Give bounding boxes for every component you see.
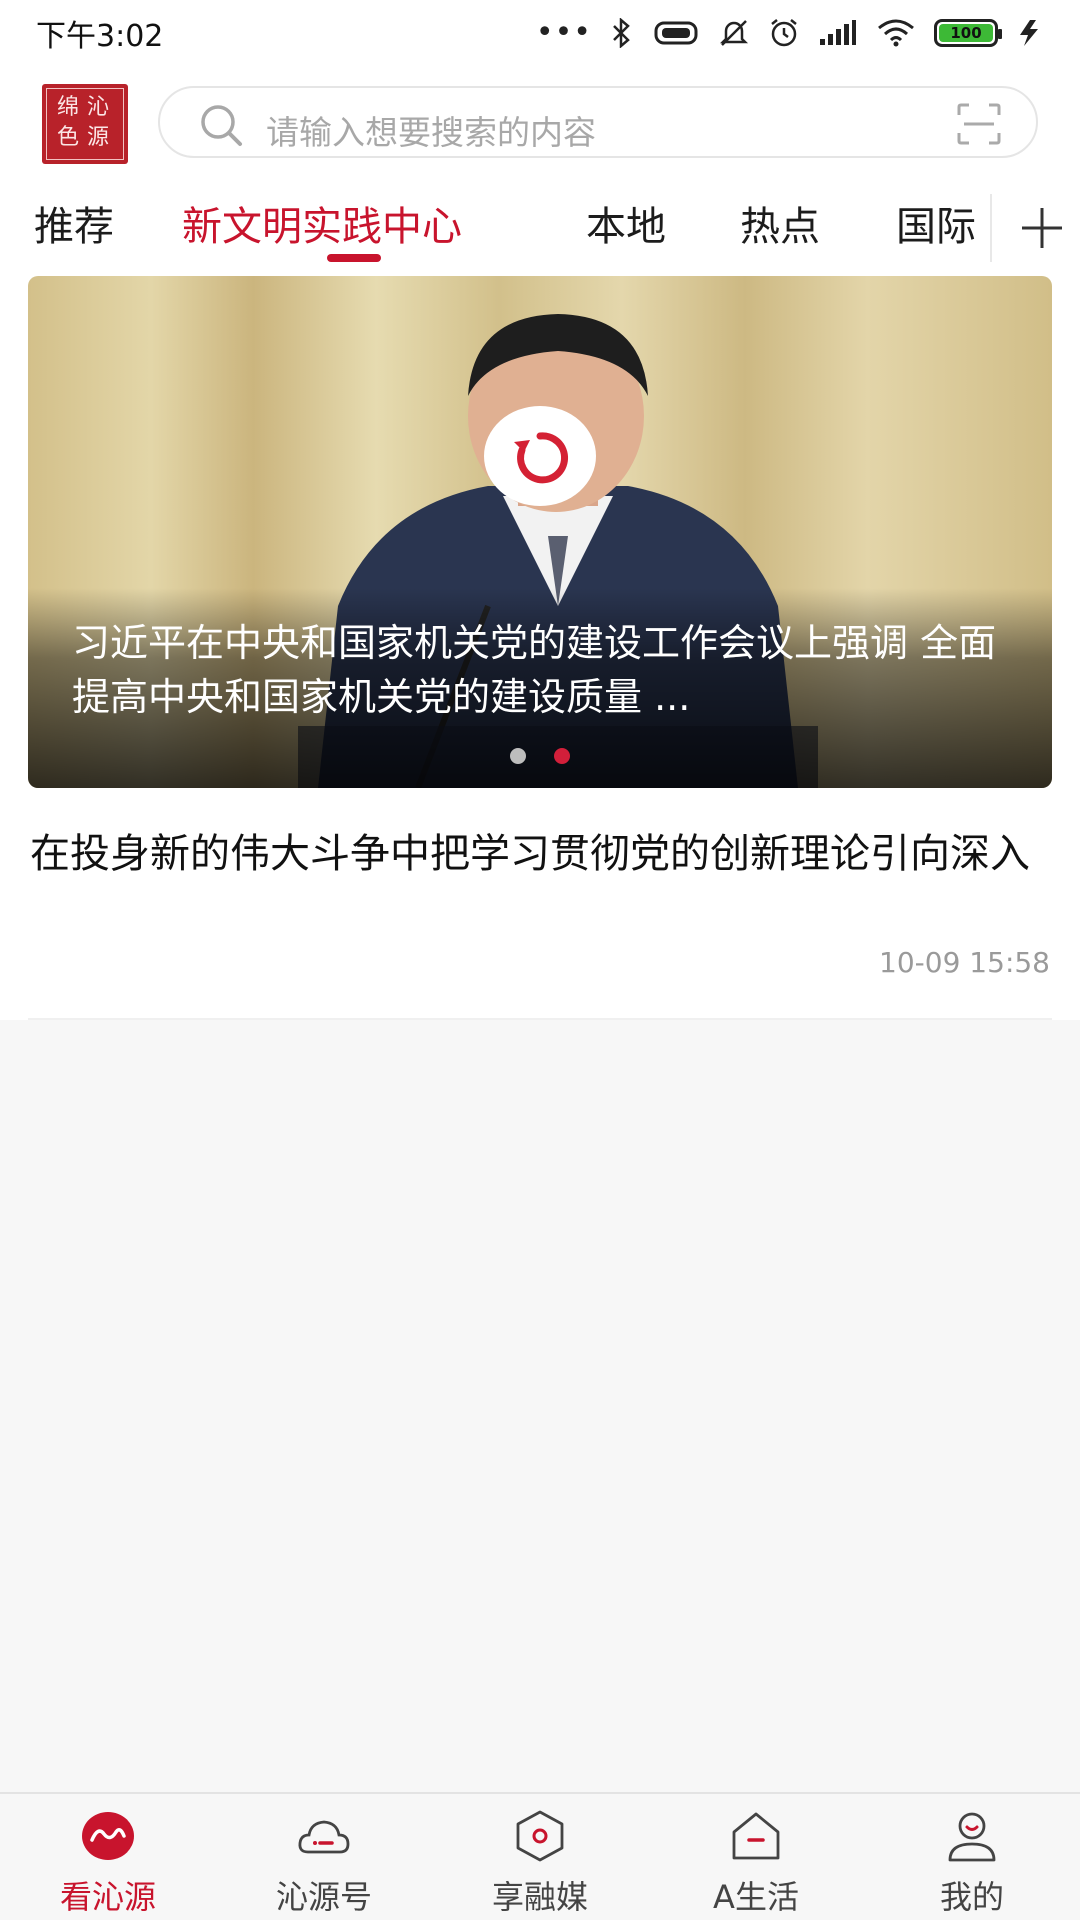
bluetooth-icon xyxy=(610,18,634,48)
battery-level: 100 xyxy=(939,24,993,42)
logo-char: 绵 xyxy=(57,95,80,120)
nav-item-qinyuan-hao[interactable]: 沁源号 xyxy=(216,1794,432,1920)
scan-icon[interactable] xyxy=(956,102,1002,146)
article-time: 10-09 15:58 xyxy=(879,946,1050,979)
list-divider xyxy=(28,1018,1052,1020)
header: 沁 源 绵 色 请输入想要搜索的内容 xyxy=(0,66,1080,178)
nav-item-media[interactable]: 享融媒 xyxy=(432,1794,648,1920)
tab-hot[interactable]: 热点 xyxy=(740,194,820,252)
battery-icon: 100 xyxy=(934,19,1002,47)
loading-spinner xyxy=(484,406,596,506)
bottom-navigation: 看沁源 沁源号 享融媒 A生活 我的 xyxy=(0,1792,1080,1920)
logo-char: 源 xyxy=(87,125,110,150)
mute-icon xyxy=(718,17,750,49)
add-channel-button[interactable] xyxy=(1014,200,1070,256)
house-icon xyxy=(728,1808,784,1864)
channel-tabs: 推荐 新文明实践中心 本地 热点 国际 xyxy=(0,178,1080,276)
nav-label: 看沁源 xyxy=(59,1878,156,1916)
search-input[interactable]: 请输入想要搜索的内容 xyxy=(158,86,1038,158)
home-wave-icon xyxy=(80,1808,136,1864)
nav-label: 我的 xyxy=(939,1878,1004,1916)
article-title[interactable]: 在投身新的伟大斗争中把学习贯彻党的创新理论引向深入 xyxy=(30,826,1060,882)
status-time: 下午3:02 xyxy=(36,19,164,54)
nav-item-home[interactable]: 看沁源 xyxy=(0,1794,216,1920)
nav-item-life[interactable]: A生活 xyxy=(648,1794,864,1920)
cloud-icon xyxy=(296,1808,352,1864)
vibrate-icon xyxy=(652,18,700,48)
status-bar: 下午3:02 ••• 100 xyxy=(0,0,1080,66)
carousel-dot[interactable] xyxy=(510,748,526,764)
tab-local[interactable]: 本地 xyxy=(586,194,666,252)
nav-label: 沁源号 xyxy=(275,1878,372,1916)
more-dots-icon: ••• xyxy=(535,15,592,50)
hexagon-icon xyxy=(512,1808,568,1864)
tab-recommend[interactable]: 推荐 xyxy=(34,194,114,252)
banner-carousel[interactable]: 习近平在中央和国家机关党的建设工作会议上强调 全面提高中央和国家机关党的建设质量… xyxy=(28,276,1052,788)
nav-item-mine[interactable]: 我的 xyxy=(864,1794,1080,1920)
active-tab-indicator xyxy=(327,254,381,262)
signal-icon xyxy=(818,19,858,47)
alarm-icon xyxy=(768,17,800,49)
logo-char: 色 xyxy=(57,125,80,150)
status-icons: ••• 100 xyxy=(536,17,1044,49)
wifi-icon xyxy=(876,18,916,48)
tabs-divider xyxy=(990,194,992,262)
user-icon xyxy=(944,1808,1000,1864)
carousel-indicator xyxy=(510,748,570,764)
tab-international[interactable]: 国际 xyxy=(896,194,976,252)
app-logo[interactable]: 沁 源 绵 色 xyxy=(42,84,128,164)
nav-label: 享融媒 xyxy=(491,1878,588,1916)
charging-icon xyxy=(1016,18,1044,48)
search-icon xyxy=(198,102,244,148)
banner-title[interactable]: 习近平在中央和国家机关党的建设工作会议上强调 全面提高中央和国家机关党的建设质量… xyxy=(72,616,1012,724)
nav-label: A生活 xyxy=(713,1878,799,1916)
tab-civilization-practice[interactable]: 新文明实践中心 xyxy=(182,194,462,252)
logo-seal: 沁 源 绵 色 xyxy=(46,88,124,160)
carousel-dot-active[interactable] xyxy=(554,748,570,764)
logo-char: 沁 xyxy=(87,95,110,120)
search-placeholder: 请输入想要搜索的内容 xyxy=(266,113,596,152)
